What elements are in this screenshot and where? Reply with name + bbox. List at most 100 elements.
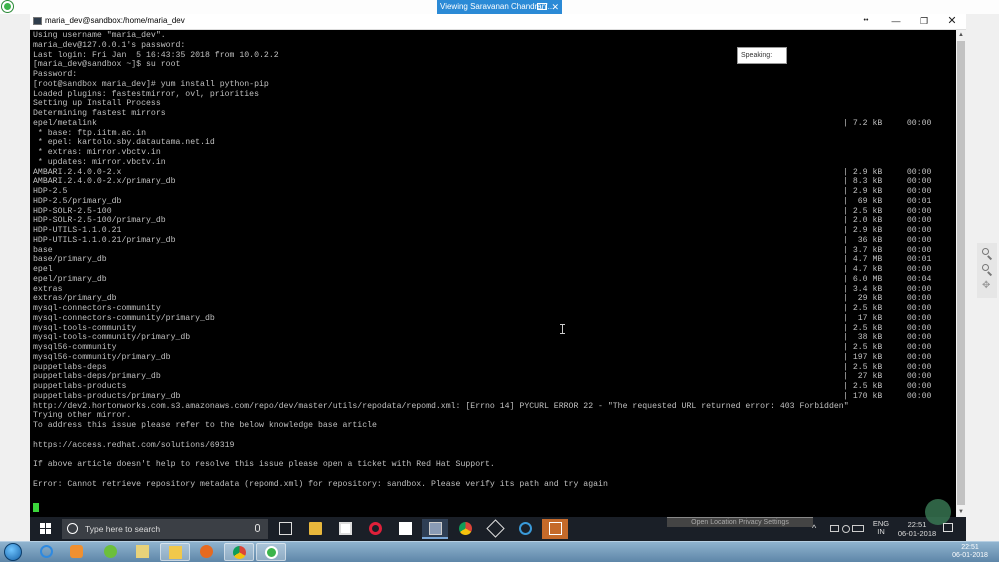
download-stat: | 2.5 kB 00:00 <box>843 382 932 391</box>
terminal-line: http://dev2.hortonworks.com.s3.amazonaws… <box>33 401 849 411</box>
download-stat: | 2.5 kB 00:00 <box>843 362 932 372</box>
terminal-line: Using username "maria_dev". <box>33 31 166 40</box>
terminal-output[interactable]: Using username "maria_dev". maria_dev@127… <box>30 30 956 517</box>
download-stat: | 197 kB 00:00 <box>843 352 932 362</box>
window-titlebar[interactable]: maria_dev@sandbox:/home/maria_dev •• — ❐… <box>30 14 966 30</box>
terminal-cursor <box>33 503 39 512</box>
zoom-in-icon[interactable] <box>981 248 993 260</box>
media-player-icon[interactable] <box>62 543 92 561</box>
location-privacy-strip[interactable]: Open Location Privacy Settings <box>667 517 813 527</box>
terminal-line: extras/primary_db <box>33 294 117 304</box>
download-stat: | 36 kB 00:00 <box>843 235 932 245</box>
terminal-line: * extras: mirror.vbctv.in <box>33 148 161 157</box>
local-clock[interactable]: 22:51 06-01-2018 <box>950 544 990 560</box>
utorrent-icon[interactable] <box>96 543 126 561</box>
scroll-up-arrow-icon[interactable]: ▲ <box>956 30 966 40</box>
download-stat: | 2.0 kB 00:00 <box>843 216 932 226</box>
download-stat: | 27 kB 00:00 <box>843 372 932 382</box>
language-indicator[interactable]: ENG IN <box>871 520 891 536</box>
terminal-line: mysql56-community <box>33 343 117 352</box>
terminal-line: epel <box>33 265 53 274</box>
terminal-line: puppetlabs-products/primary_db <box>33 391 181 401</box>
close-icon[interactable]: ✕ <box>551 0 559 14</box>
terminal-line: Last login: Fri Jan 5 16:43:35 2018 from… <box>33 50 279 60</box>
file-manager-icon[interactable] <box>128 543 158 561</box>
virtualbox-icon[interactable] <box>482 519 508 539</box>
microphone-icon[interactable] <box>255 524 260 532</box>
firefox-icon[interactable] <box>192 543 222 561</box>
terminal-line: puppetlabs-deps/primary_db <box>33 372 161 382</box>
task-view-icon[interactable] <box>272 519 298 539</box>
mail-icon[interactable] <box>392 519 418 539</box>
monitor-icon[interactable] <box>537 3 547 10</box>
putty-taskbar-icon[interactable] <box>422 519 448 539</box>
download-stat: | 4.7 kB 00:00 <box>843 265 932 274</box>
terminal-line: * epel: kartolo.sby.datautama.net.id <box>33 138 215 148</box>
folder-icon[interactable] <box>160 543 190 561</box>
download-stat: | 3.7 kB 00:00 <box>843 245 932 255</box>
local-date: 06-01-2018 <box>952 552 988 559</box>
terminal-line: Determining fastest mirrors <box>33 109 166 118</box>
zoom-controls: ✥ <box>977 243 997 298</box>
remote-clock[interactable]: 22:51 06-01-2018 <box>897 520 937 538</box>
remote-date: 06-01-2018 <box>897 529 937 538</box>
chrome-icon[interactable] <box>224 543 254 561</box>
windows-orb-icon[interactable] <box>4 543 22 561</box>
terminal-line: base <box>33 245 53 255</box>
battery-icon[interactable] <box>830 525 839 532</box>
taskbar-search-box[interactable]: Type here to search <box>62 519 268 539</box>
search-placeholder: Type here to search <box>85 524 161 534</box>
terminal-line: epel/metalink <box>33 118 97 128</box>
volume-icon[interactable] <box>842 525 850 533</box>
restore-button[interactable]: ❐ <box>910 14 938 29</box>
internet-explorer-icon[interactable] <box>32 543 62 561</box>
terminal-line: AMBARI.2.4.0.0-2.x <box>33 167 122 177</box>
scroll-down-arrow-icon[interactable]: ▼ <box>956 507 966 517</box>
download-stat: | 2.5 kB 00:00 <box>843 323 932 333</box>
download-stat: | 3.4 kB 00:00 <box>843 284 932 294</box>
terminal-line: Trying other mirror. <box>33 411 132 421</box>
minimize-button[interactable]: — <box>882 14 910 29</box>
terminal-scrollbar[interactable]: ▲ ▼ <box>956 30 966 517</box>
windows-start-icon[interactable] <box>40 523 51 534</box>
terminal-line: HDP-SOLR-2.5-100 <box>33 206 112 216</box>
opera-icon[interactable] <box>362 519 388 539</box>
keyboard-icon[interactable] <box>852 525 864 532</box>
terminal-line: base/primary_db <box>33 255 107 265</box>
close-button[interactable]: ✕ <box>938 14 966 29</box>
terminal-line: [maria_dev@sandbox ~]$ su root <box>33 60 181 70</box>
move-icon[interactable]: ✥ <box>982 281 992 291</box>
session-menu-button[interactable]: •• <box>852 14 880 29</box>
download-stat: | 2.5 kB 00:00 <box>843 343 932 352</box>
language-region: IN <box>877 527 885 536</box>
remote-desktop-icon[interactable] <box>542 519 568 539</box>
terminal-line: Error: Cannot retrieve repository metada… <box>33 479 608 489</box>
terminal-line: puppetlabs-deps <box>33 362 107 372</box>
terminal-line: HDP-2.5/primary_db <box>33 196 122 206</box>
terminal-line: epel/primary_db <box>33 274 107 284</box>
chrome-icon[interactable] <box>452 519 478 539</box>
scrollbar-thumb[interactable] <box>957 41 965 505</box>
screen-share-banner[interactable]: Viewing Saravanan Chandran'... ✕ <box>437 0 562 14</box>
terminal-line: [root@sandbox maria_dev]# yum install py… <box>33 79 269 89</box>
chevron-up-icon[interactable]: ^ <box>812 523 821 533</box>
local-taskbar: 22:51 06-01-2018 <box>0 541 999 562</box>
terminal-line: * base: ftp.iitm.ac.in <box>33 128 147 138</box>
store-icon[interactable] <box>332 519 358 539</box>
internet-explorer-icon[interactable] <box>512 519 538 539</box>
speaking-tooltip: Speaking: <box>737 47 787 64</box>
download-stat: | 2.5 kB 00:00 <box>843 304 932 313</box>
screen-share-app-icon[interactable] <box>256 543 286 561</box>
terminal-line: HDP-UTILS-1.1.0.21/primary_db <box>33 235 176 245</box>
download-stat: | 2.9 kB 00:00 <box>843 167 932 177</box>
text-cursor-icon <box>560 324 565 334</box>
terminal-line: mysql-tools-community/primary_db <box>33 333 191 343</box>
putty-icon[interactable] <box>33 17 42 25</box>
download-stat: | 2.9 kB 00:00 <box>843 226 932 235</box>
terminal-line: mysql-connectors-community/primary_db <box>33 313 215 323</box>
notifications-icon[interactable] <box>943 523 953 532</box>
file-explorer-icon[interactable] <box>302 519 328 539</box>
download-stat: | 170 kB 00:00 <box>843 391 932 401</box>
terminal-line: maria_dev@127.0.0.1's password: <box>33 40 186 50</box>
zoom-out-icon[interactable] <box>981 264 993 276</box>
